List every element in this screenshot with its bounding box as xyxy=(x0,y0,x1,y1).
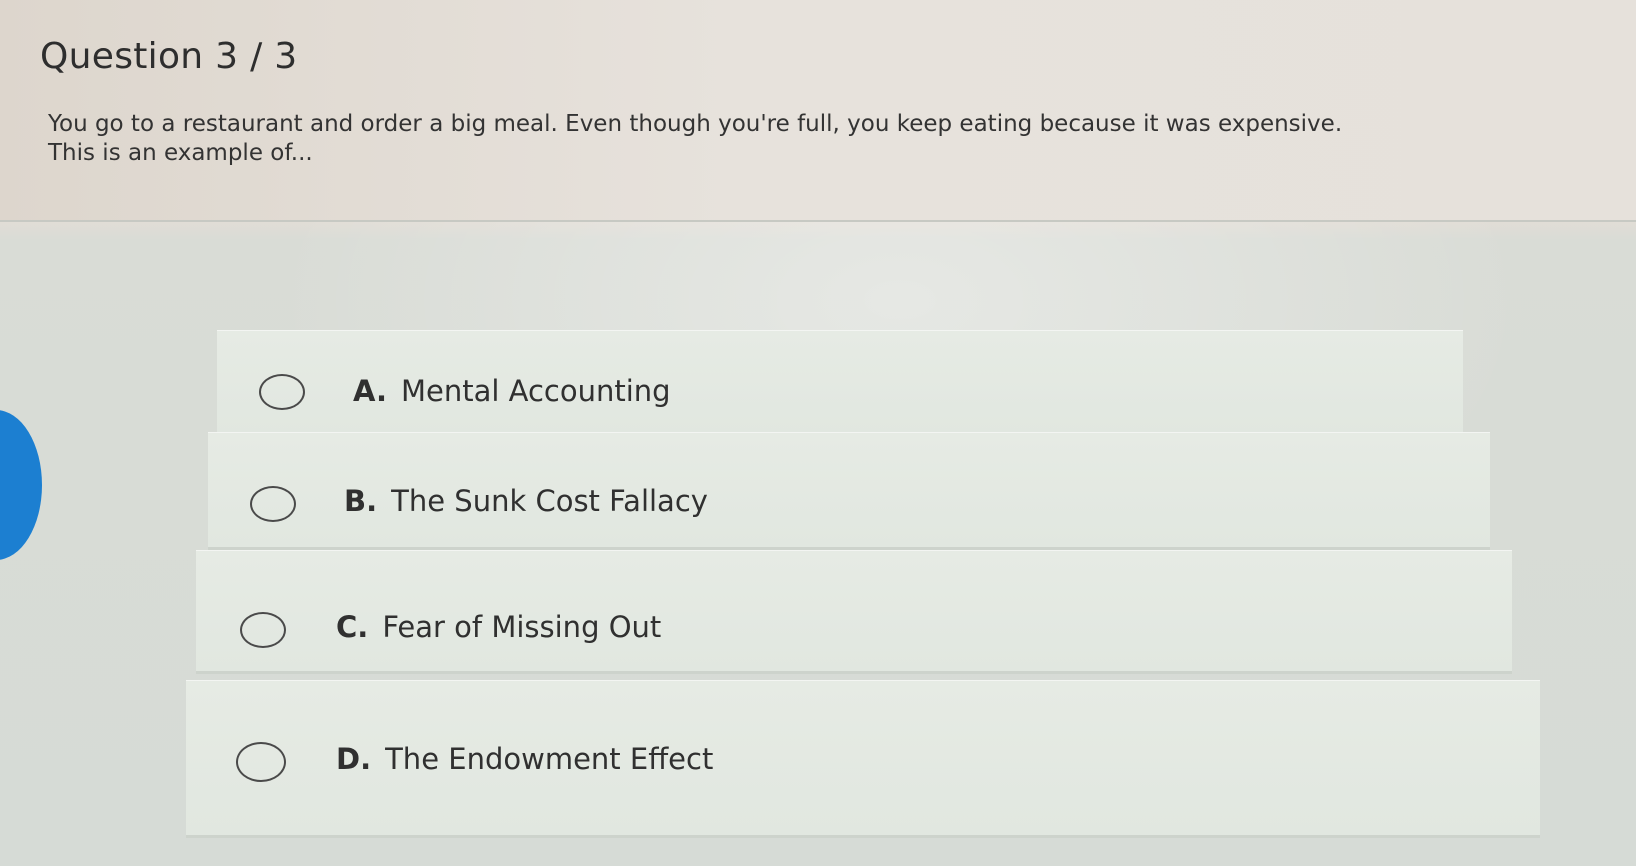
answer-label: D. The Endowment Effect xyxy=(336,742,713,776)
answer-letter: D. xyxy=(336,742,372,776)
answer-text: The Sunk Cost Fallacy xyxy=(391,484,708,518)
radio-unselected-icon[interactable] xyxy=(250,486,296,522)
answer-list: A. Mental Accounting B. The Sunk Cost Fall… xyxy=(0,0,1636,866)
answer-letter: C. xyxy=(336,610,369,644)
radio-unselected-icon[interactable] xyxy=(236,742,286,782)
radio-unselected-icon[interactable] xyxy=(259,374,305,410)
answer-text: Mental Accounting xyxy=(401,374,671,408)
answer-label: A. Mental Accounting xyxy=(353,374,671,408)
answer-text: Fear of Missing Out xyxy=(382,610,662,644)
answer-option-d[interactable]: D. The Endowment Effect xyxy=(186,680,1540,838)
answer-letter: A. xyxy=(353,374,387,408)
answer-text: The Endowment Effect xyxy=(385,742,714,776)
answer-option-a[interactable]: A. Mental Accounting xyxy=(217,330,1463,438)
answer-option-b[interactable]: B. The Sunk Cost Fallacy xyxy=(208,432,1490,550)
radio-unselected-icon[interactable] xyxy=(240,612,286,648)
answer-letter: B. xyxy=(344,484,378,518)
answer-label: B. The Sunk Cost Fallacy xyxy=(344,484,708,518)
answer-label: C. Fear of Missing Out xyxy=(336,610,661,644)
answer-option-c[interactable]: C. Fear of Missing Out xyxy=(196,550,1512,674)
